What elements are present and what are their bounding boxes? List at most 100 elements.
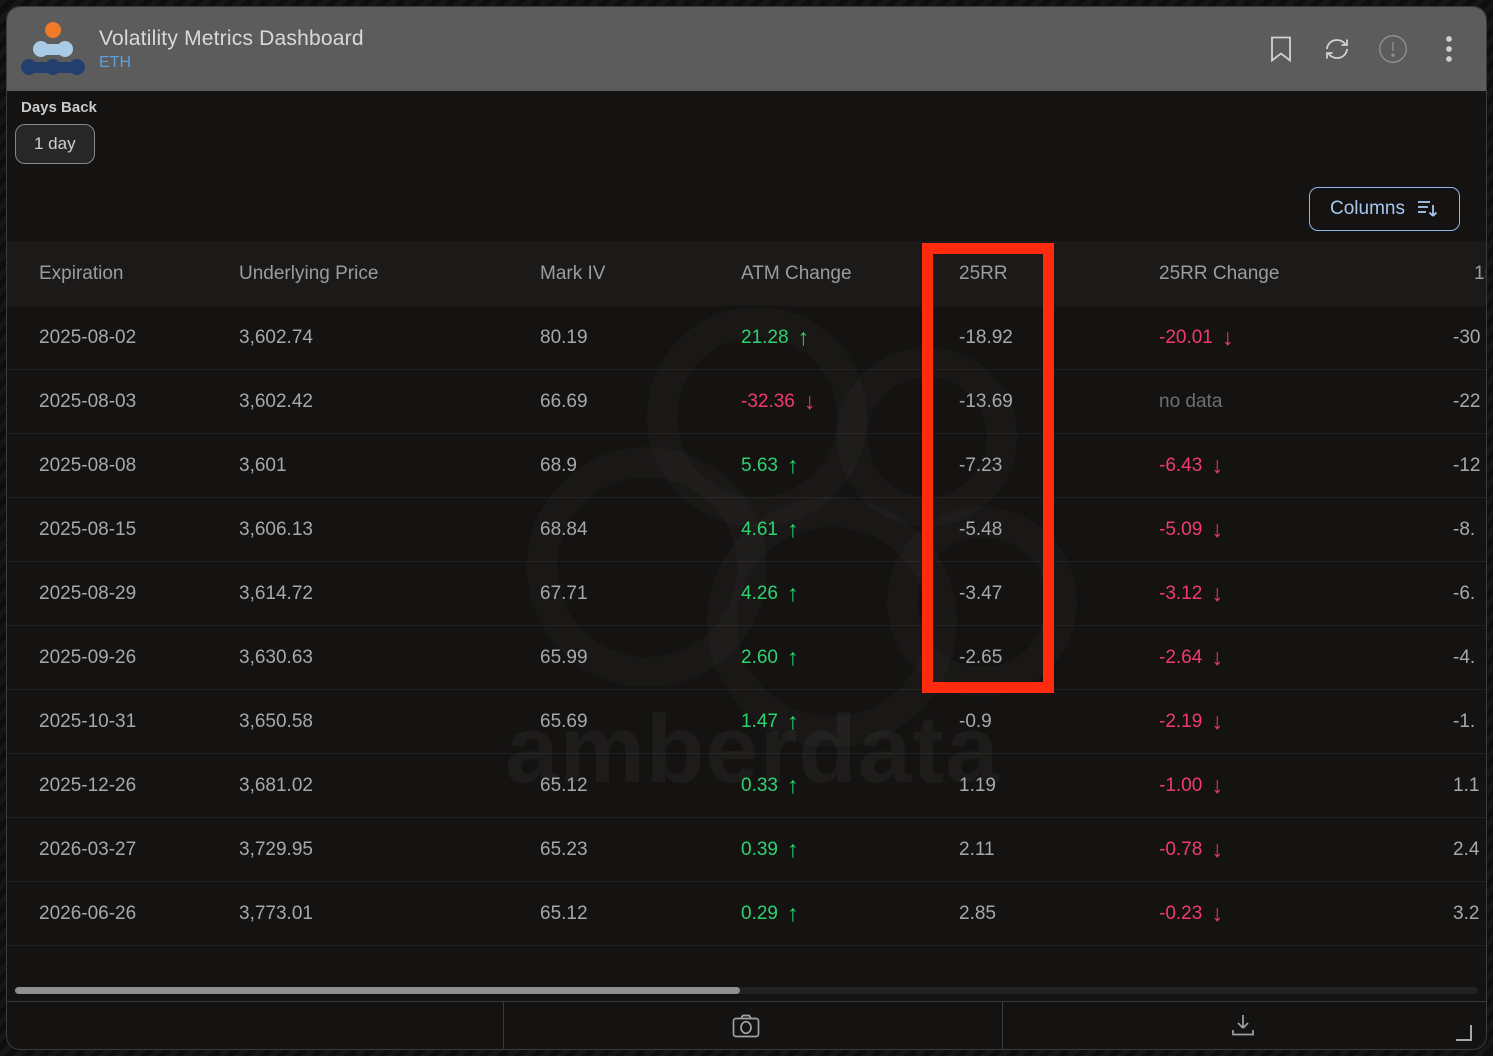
cell-25rr-change: -2.19 ↓ xyxy=(1159,708,1223,734)
title-bar: Volatility Metrics Dashboard ETH xyxy=(7,7,1486,91)
columns-button-label: Columns xyxy=(1330,198,1405,219)
cell-25rr: 2.11 xyxy=(959,838,995,860)
cell-25rr: -5.48 xyxy=(959,518,1003,540)
down-arrow-icon: ↓ xyxy=(1211,516,1223,542)
cell-expiration: 2025-08-02 xyxy=(39,326,137,348)
camera-snapshot-icon[interactable] xyxy=(729,1009,763,1043)
cell-next-column-partial: -1. xyxy=(1453,710,1476,732)
column-header-atm-change[interactable]: ATM Change xyxy=(741,241,852,306)
column-header-mark-iv[interactable]: Mark IV xyxy=(540,241,605,306)
up-arrow-icon: ↑ xyxy=(786,516,799,542)
cell-atm-change: 0.33 ↑ xyxy=(741,772,799,798)
days-back-selector[interactable]: 1 day xyxy=(15,124,95,164)
cell-mark-iv: 65.12 xyxy=(540,902,588,924)
days-back-label: Days Back xyxy=(21,99,97,116)
bookmark-icon[interactable] xyxy=(1266,34,1296,64)
down-arrow-icon: ↓ xyxy=(1211,836,1223,862)
toolbar-divider xyxy=(503,1002,504,1049)
cell-25rr-change: -1.00 ↓ xyxy=(1159,772,1223,798)
cell-25rr-change: -6.43 ↓ xyxy=(1159,452,1223,478)
up-arrow-icon: ↑ xyxy=(786,452,799,478)
info-icon[interactable] xyxy=(1378,34,1408,64)
cell-mark-iv: 80.19 xyxy=(540,326,588,348)
down-arrow-icon: ↓ xyxy=(1221,324,1234,350)
horizontal-scrollbar-track[interactable] xyxy=(15,987,1478,994)
cell-expiration: 2025-08-15 xyxy=(39,518,137,540)
table-row: 2026-03-27 3,729.95 65.23 0.39 ↑ 2.11 -0.… xyxy=(7,818,1486,882)
down-arrow-icon: ↓ xyxy=(1211,708,1223,734)
cell-next-column-partial: -30 xyxy=(1453,326,1481,348)
cell-atm-change: 2.60 ↑ xyxy=(741,644,799,670)
horizontal-scrollbar-thumb[interactable] xyxy=(15,987,740,994)
cell-25rr-change: -20.01 ↓ xyxy=(1159,324,1234,350)
cell-expiration: 2025-08-08 xyxy=(39,454,137,476)
cell-expiration: 2025-09-26 xyxy=(39,646,137,668)
cell-25rr: -2.65 xyxy=(959,646,1003,668)
down-arrow-icon: ↓ xyxy=(803,388,816,414)
table-row: 2025-10-31 3,650.58 65.69 1.47 ↑ -0.9 -2.… xyxy=(7,690,1486,754)
table-row: 2025-08-29 3,614.72 67.71 4.26 ↑ -3.47 -3… xyxy=(7,562,1486,626)
cell-25rr: -3.47 xyxy=(959,582,1003,604)
resize-handle[interactable] xyxy=(1456,1025,1472,1041)
cell-next-column-partial: 1.1 xyxy=(1453,774,1480,796)
cell-atm-change: 1.47 ↑ xyxy=(741,708,799,734)
download-icon[interactable] xyxy=(1226,1009,1260,1043)
dashboard-panel: Volatility Metrics Dashboard ETH Days Ba… xyxy=(6,6,1487,1050)
table-row: 2025-08-08 3,601 68.9 5.63 ↑ -7.23 -6.43 ↓… xyxy=(7,434,1486,498)
cell-next-column-partial: -8. xyxy=(1453,518,1476,540)
cell-mark-iv: 68.9 xyxy=(540,454,577,476)
down-arrow-icon: ↓ xyxy=(1211,452,1223,478)
table-row: 2025-08-03 3,602.42 66.69 -32.36 ↓ -13.69… xyxy=(7,370,1486,434)
cell-underlying-price: 3,681.02 xyxy=(239,774,313,796)
cell-25rr: 1.19 xyxy=(959,774,996,796)
cell-next-column-partial: -22 xyxy=(1453,390,1481,412)
refresh-icon[interactable] xyxy=(1322,34,1352,64)
bottom-toolbar xyxy=(7,1001,1486,1049)
cell-next-column-partial: -4. xyxy=(1453,646,1476,668)
cell-25rr-change: -2.64 ↓ xyxy=(1159,644,1223,670)
cell-atm-change: 0.29 ↑ xyxy=(741,900,799,926)
column-header-15[interactable]: 15 xyxy=(1474,241,1486,306)
column-header-25rr[interactable]: 25RR xyxy=(959,241,1008,306)
cell-next-column-partial: 3.2 xyxy=(1453,902,1480,924)
cell-25rr-change: -0.78 ↓ xyxy=(1159,836,1223,862)
amberdata-logo-icon xyxy=(21,22,85,75)
column-header-25rr-change[interactable]: 25RR Change xyxy=(1159,241,1279,306)
cell-underlying-price: 3,729.95 xyxy=(239,838,313,860)
toolbar-divider xyxy=(1002,1002,1003,1049)
cell-mark-iv: 65.99 xyxy=(540,646,588,668)
cell-mark-iv: 65.69 xyxy=(540,710,588,732)
cell-next-column-partial: -6. xyxy=(1453,582,1476,604)
cell-atm-change: 4.26 ↑ xyxy=(741,580,799,606)
cell-25rr: -13.69 xyxy=(959,390,1013,412)
up-arrow-icon: ↑ xyxy=(786,708,799,734)
column-header-expiration[interactable]: Expiration xyxy=(39,241,124,306)
down-arrow-icon: ↓ xyxy=(1211,580,1223,606)
cell-underlying-price: 3,601 xyxy=(239,454,287,476)
cell-atm-change: 0.39 ↑ xyxy=(741,836,799,862)
column-sort-icon xyxy=(1418,201,1438,217)
column-header-underlying-price[interactable]: Underlying Price xyxy=(239,241,378,306)
table-row: 2026-06-26 3,773.01 65.12 0.29 ↑ 2.85 -0.… xyxy=(7,882,1486,946)
up-arrow-icon: ↑ xyxy=(786,580,799,606)
cell-expiration: 2025-12-26 xyxy=(39,774,137,796)
cell-next-column-partial: -12 xyxy=(1453,454,1481,476)
up-arrow-icon: ↑ xyxy=(786,900,799,926)
cell-next-column-partial: 2.4 xyxy=(1453,838,1480,860)
columns-button[interactable]: Columns xyxy=(1309,187,1460,231)
cell-expiration: 2025-10-31 xyxy=(39,710,137,732)
table-row: 2025-09-26 3,630.63 65.99 2.60 ↑ -2.65 -2… xyxy=(7,626,1486,690)
kebab-menu-icon[interactable] xyxy=(1434,34,1464,64)
cell-atm-change: 5.63 ↑ xyxy=(741,452,799,478)
down-arrow-icon: ↓ xyxy=(1211,644,1223,670)
up-arrow-icon: ↑ xyxy=(786,644,799,670)
cell-underlying-price: 3,614.72 xyxy=(239,582,313,604)
metrics-table: Expiration Underlying Price Mark IV ATM Cha… xyxy=(7,241,1486,946)
cell-mark-iv: 65.12 xyxy=(540,774,588,796)
table-header-row: Expiration Underlying Price Mark IV ATM Cha… xyxy=(7,241,1486,306)
up-arrow-icon: ↑ xyxy=(786,836,799,862)
cell-underlying-price: 3,602.42 xyxy=(239,390,313,412)
cell-25rr: -0.9 xyxy=(959,710,992,732)
cell-mark-iv: 67.71 xyxy=(540,582,588,604)
page-title: Volatility Metrics Dashboard xyxy=(99,26,364,50)
